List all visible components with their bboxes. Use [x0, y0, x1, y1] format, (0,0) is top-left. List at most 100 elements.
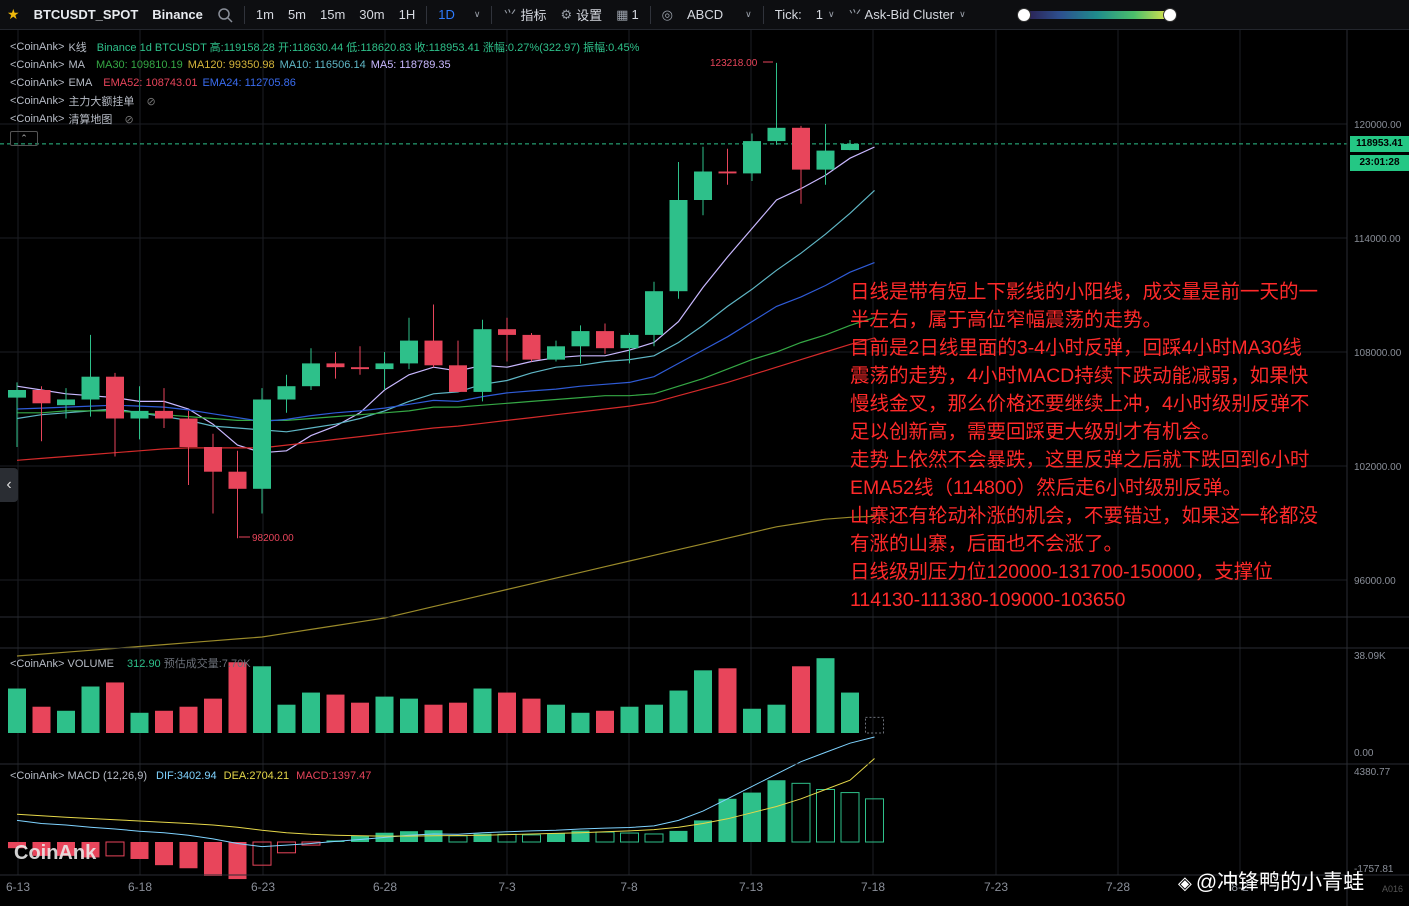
tick-label: Tick:: [774, 7, 802, 22]
indicators-icon: ⺍: [503, 8, 517, 23]
legend-ema-name: EMA: [68, 77, 93, 89]
annotation-line: 山寨还有轮动补涨的机会，不要错过，如果这一轮都没: [850, 505, 1319, 527]
legend-source: <CoinAnk>: [10, 59, 65, 71]
candlestick-series: [8, 62, 859, 539]
candle-body: [32, 390, 51, 404]
grid-layout-icon: ▦: [616, 6, 629, 22]
legend-collapse-button[interactable]: ⌃: [10, 131, 38, 146]
toolbar-divider: [649, 5, 651, 24]
coinank-watermark: CoinAnk: [14, 842, 97, 864]
legend-kline-name: K线: [68, 42, 87, 54]
macd-histogram-bar: [448, 835, 468, 843]
toolbar-divider: [243, 5, 245, 24]
macd-histogram-bar: [791, 782, 811, 843]
annotation-line: 慢线金叉，那么价格还要继续上冲，4小时级别反弹不: [850, 393, 1310, 415]
exchange-name[interactable]: Binance: [145, 0, 210, 30]
tick-select[interactable]: 1 ∨: [809, 0, 842, 30]
time-axis-label: 7-3: [498, 880, 516, 894]
favorite-star-icon[interactable]: ★: [0, 0, 27, 30]
time-axis-label: 6-13: [6, 880, 30, 894]
volume-bar: [277, 704, 296, 733]
legend-row-ma[interactable]: <CoinAnk> MA MA30: 109810.19 MA120: 9935…: [0, 56, 639, 74]
candle-body: [130, 410, 149, 419]
timeframe-1h[interactable]: 1H: [392, 0, 423, 30]
candle-body: [718, 171, 737, 174]
legend-row-kline[interactable]: <CoinAnk> K线 Binance 1d BTCUSDT 高:119158…: [0, 38, 639, 56]
candle-body: [106, 376, 124, 419]
volume-bar: [351, 702, 369, 733]
slider-right-knob[interactable]: [1162, 7, 1177, 22]
macd-histogram-bar: [105, 841, 125, 857]
macd-histogram-bar: [155, 842, 173, 866]
candle-body: [620, 334, 639, 349]
countdown-tag: 23:01:28: [1350, 155, 1409, 171]
slider-left-knob[interactable]: [1016, 7, 1031, 22]
legend-ma5: MA5: 118789.35: [370, 59, 451, 71]
volume-bar: [596, 710, 614, 733]
candle-body: [204, 447, 222, 472]
volume-bar: [547, 704, 565, 733]
volume-bar: [424, 704, 443, 733]
volume-bar: [57, 710, 75, 733]
legend-row-ema[interactable]: <CoinAnk> EMA EMA52: 108743.01 EMA24: 11…: [0, 74, 639, 92]
layout-button[interactable]: ▦ 1: [609, 0, 646, 30]
macd-legend-macd: MACD:1397.47: [296, 770, 372, 782]
author-credit-text: @冲锋鸭的小青蛙: [1195, 871, 1365, 894]
candle-body: [57, 399, 75, 406]
cluster-select[interactable]: ⺍ Ask-Bid Cluster ∨: [842, 0, 973, 30]
candle-body: [522, 334, 541, 360]
volume-bar: [155, 710, 173, 733]
candle-body: [375, 363, 394, 370]
eye-hidden-icon[interactable]: ⊘: [146, 95, 155, 108]
candle-body: [81, 376, 100, 400]
time-axis-label: 6-28: [373, 880, 397, 894]
layout-label: 1: [631, 7, 639, 22]
low-price-marker: 98200.00: [252, 533, 294, 544]
macd-histogram-bar: [840, 792, 860, 843]
timeframe-15m[interactable]: 15m: [313, 0, 352, 30]
timeframe-5m[interactable]: 5m: [281, 0, 313, 30]
volume-bar: [81, 686, 100, 733]
legend-ma30: MA30: 109810.19: [95, 59, 183, 71]
heatmap-range-slider[interactable]: [1016, 7, 1177, 22]
indicators-button[interactable]: ⺍ 指标: [496, 0, 553, 30]
indicator-legend: <CoinAnk> K线 Binance 1d BTCUSDT 高:119158…: [0, 38, 639, 128]
macd-axis-label: 4380.77: [1354, 767, 1391, 778]
candle-body: [473, 329, 492, 392]
annotation-line: EMA52线（114800）然后走6小时级别反弹。: [850, 477, 1242, 499]
top-toolbar: ★ BTCUSDT_SPOT Binance 1m 5m 15m 30m 1H …: [0, 0, 1409, 30]
timeframe-dropdown-icon[interactable]: ∨: [462, 0, 488, 30]
volume-bar: [106, 682, 124, 733]
time-axis-label: 7-18: [861, 880, 885, 894]
legend-row-liquidation[interactable]: <CoinAnk> 清算地图 ⊘: [0, 110, 639, 128]
symbol-name[interactable]: BTCUSDT_SPOT: [27, 0, 146, 30]
volume-bar: [767, 704, 786, 733]
candle-body: [767, 127, 786, 142]
timeframe-1m[interactable]: 1m: [249, 0, 281, 30]
time-axis-label: 7-8: [620, 880, 638, 894]
volume-bar: [620, 706, 639, 733]
eye-icon[interactable]: ◎: [655, 0, 680, 30]
timeframe-1d[interactable]: 1D: [431, 0, 462, 30]
legend-row-orders[interactable]: <CoinAnk> 主力大额挂单 ⊘: [0, 92, 639, 110]
volume-bar: [130, 712, 149, 733]
legend-orders-name: 主力大额挂单: [68, 96, 135, 108]
timeframe-30m[interactable]: 30m: [352, 0, 391, 30]
eye-hidden-icon[interactable]: ⊘: [124, 113, 133, 126]
search-icon[interactable]: [210, 0, 240, 30]
macd-histogram-bar: [644, 833, 664, 843]
collapse-sidebar-arrow-icon[interactable]: ‹: [0, 468, 18, 502]
candle-body: [351, 367, 369, 370]
volume-bar: [204, 698, 222, 733]
candle-body: [743, 141, 761, 174]
volume-axis-label: 38.09K: [1354, 651, 1386, 662]
drawing-tool-select[interactable]: ABCD ∨: [680, 0, 759, 30]
settings-button[interactable]: ⚙ 设置: [553, 0, 609, 30]
candle-body: [155, 410, 173, 419]
volume-bar: [302, 692, 320, 733]
high-price-marker: 123218.00: [710, 58, 758, 69]
price-axis-label: 114000.00: [1354, 234, 1401, 245]
candle-body: [547, 346, 565, 360]
legend-ma-name: MA: [68, 59, 85, 71]
macd-histogram-bar: [228, 842, 247, 880]
